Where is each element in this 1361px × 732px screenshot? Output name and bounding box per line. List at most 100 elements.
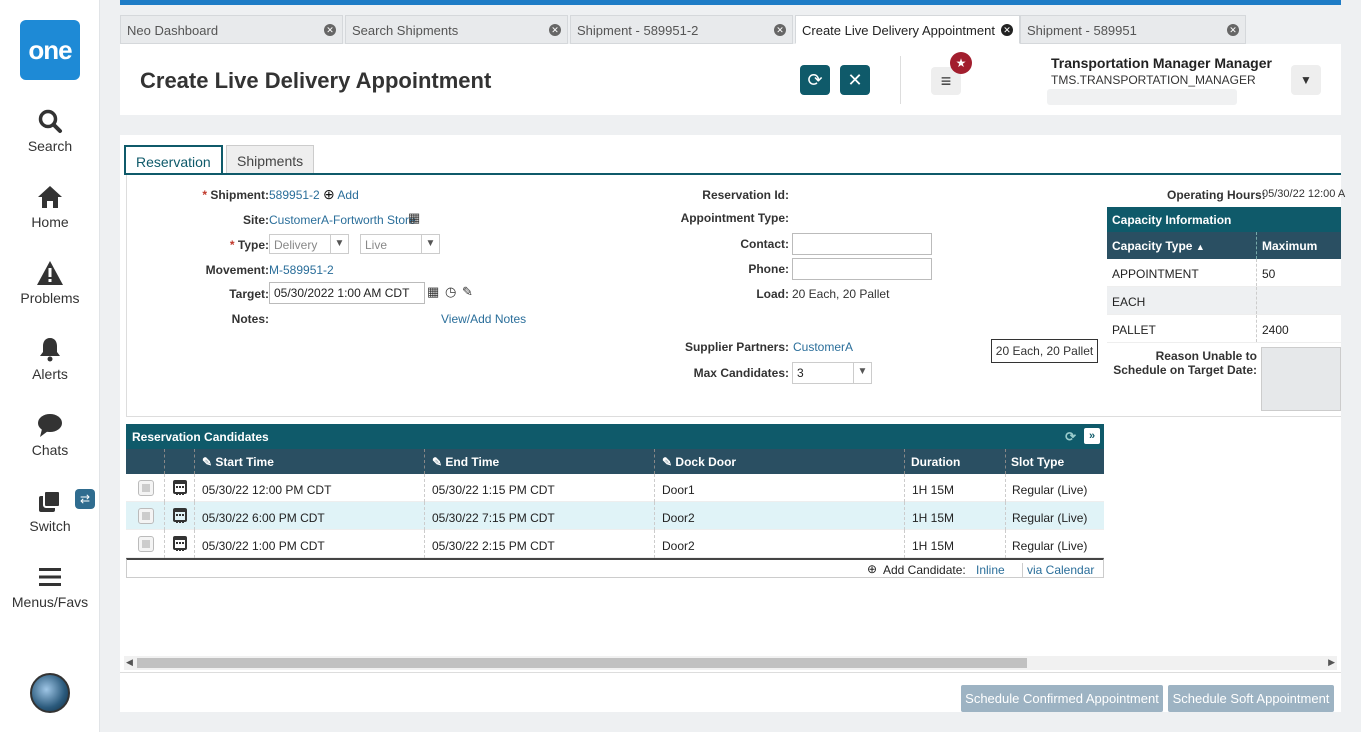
tab-search-shipments[interactable]: Search Shipments ✕ (345, 15, 568, 44)
nav-search[interactable]: Search (0, 108, 100, 154)
nav-home[interactable]: Home (0, 184, 100, 230)
table-row[interactable]: 05/30/22 12:00 PM CDT 05/30/22 1:15 PM C… (126, 474, 1104, 502)
nav-menus-favs[interactable]: Menus/Favs (0, 564, 100, 610)
nav-chats-label: Chats (31, 442, 69, 458)
column-divider (654, 474, 655, 502)
refresh-icon[interactable]: ⟳ (1065, 429, 1076, 445)
table-row[interactable]: 05/30/22 1:00 PM CDT 05/30/22 2:15 PM CD… (126, 530, 1104, 558)
nav-menus-label: Menus/Favs (11, 594, 89, 610)
dock-door-header[interactable]: ✎ Dock Door (662, 455, 736, 469)
maximum-header[interactable]: Maximum (1262, 239, 1317, 253)
horizontal-scrollbar[interactable]: ◀ ▶ (124, 656, 1337, 670)
scroll-left-icon[interactable]: ◀ (126, 657, 133, 668)
column-divider (654, 530, 655, 558)
table-row[interactable]: 05/30/22 6:00 PM CDT 05/30/22 7:15 PM CD… (126, 502, 1104, 530)
clear-brush-icon[interactable]: ✎ (462, 284, 473, 300)
user-menu-dropdown[interactable]: ▼ (1291, 65, 1321, 95)
refresh-button[interactable]: ⟳ (800, 65, 830, 95)
tab-neo-dashboard[interactable]: Neo Dashboard ✕ (120, 15, 343, 44)
column-divider (1256, 287, 1257, 314)
scroll-right-icon[interactable]: ▶ (1328, 657, 1335, 668)
close-icon[interactable]: ✕ (774, 24, 786, 36)
calendar-icon[interactable]: ▦ (427, 284, 439, 300)
row-checkbox[interactable] (138, 480, 154, 496)
reason-textarea[interactable] (1261, 347, 1341, 411)
phone-input[interactable] (792, 258, 932, 280)
close-icon[interactable]: ✕ (324, 24, 336, 36)
column-divider (1005, 449, 1006, 474)
row-checkbox[interactable] (138, 536, 154, 552)
slot-type-header[interactable]: Slot Type (1011, 455, 1064, 469)
nav-switch-label: Switch (29, 518, 71, 534)
type-select-1[interactable]: Delivery ▼ (269, 234, 349, 254)
expand-icon[interactable]: » (1084, 428, 1100, 444)
plus-circle-icon: ⊕ (323, 186, 335, 202)
duration-cell: 1H 15M (912, 539, 955, 553)
max-candidates-select[interactable]: 3 ▼ (792, 362, 872, 384)
type-select-1-value: Delivery (274, 238, 318, 252)
close-icon[interactable]: ✕ (549, 24, 561, 36)
supplier-link[interactable]: CustomerA (793, 340, 853, 354)
row-checkbox[interactable] (138, 508, 154, 524)
tab-label: Neo Dashboard (127, 23, 219, 38)
avatar[interactable] (30, 673, 70, 713)
column-divider (654, 502, 655, 530)
movement-link[interactable]: M-589951-2 (269, 263, 334, 277)
shipment-link[interactable]: 589951-2 (269, 188, 320, 202)
dock-door-cell: Door1 (662, 483, 695, 497)
add-inline-link[interactable]: Inline (976, 563, 1005, 577)
capacity-type-header[interactable]: Capacity Type ▲ (1112, 239, 1205, 253)
candidates-title-bar: Reservation Candidates ⟳ » (126, 424, 1104, 449)
calendar-icon[interactable] (173, 536, 187, 551)
main-panel: Reservation Shipments * Shipment: 589951… (120, 135, 1345, 712)
schedule-confirmed-appointment-button[interactable]: Schedule Confirmed Appointment (961, 685, 1163, 712)
end-time-cell: 05/30/22 2:15 PM CDT (432, 539, 555, 553)
type-select-2[interactable]: Live ▼ (360, 234, 440, 254)
start-time-header[interactable]: ✎ Start Time (202, 455, 274, 469)
site-calendar-icon[interactable]: ▦ (408, 210, 420, 226)
subtab-shipments[interactable]: Shipments (226, 145, 315, 174)
type-select-2-value: Live (365, 238, 388, 252)
reservation-id-label: Reservation Id: (702, 188, 789, 202)
close-icon[interactable]: ✕ (1001, 24, 1013, 36)
calendar-icon[interactable] (173, 508, 187, 523)
slot-type-cell: Regular (Live) (1012, 539, 1088, 553)
nav-chats[interactable]: Chats (0, 412, 100, 458)
add-via-calendar-link[interactable]: via Calendar (1022, 563, 1094, 577)
calendar-icon[interactable] (173, 480, 187, 495)
end-time-cell: 05/30/22 1:15 PM CDT (432, 483, 555, 497)
target-datetime-input[interactable]: 05/30/2022 1:00 AM CDT (269, 282, 425, 304)
switch-badge-icon[interactable]: ⇄ (75, 489, 95, 509)
scrollbar-thumb[interactable] (137, 658, 1027, 668)
close-button[interactable]: ✕ (840, 65, 870, 95)
duration-header[interactable]: Duration (911, 455, 960, 469)
site-link[interactable]: CustomerA-Fortworth Store (269, 213, 416, 227)
tab-shipment-589951-2[interactable]: Shipment - 589951-2 ✕ (570, 15, 793, 44)
nav-problems-label: Problems (20, 290, 80, 306)
column-divider (1005, 474, 1006, 502)
tab-create-live-delivery-appointment[interactable]: Create Live Delivery Appointment ✕ (795, 15, 1020, 44)
app-logo[interactable]: one (20, 20, 80, 80)
column-divider (164, 502, 165, 530)
close-icon[interactable]: ✕ (1227, 24, 1239, 36)
contact-input[interactable] (792, 233, 932, 255)
add-shipment-button[interactable]: ⊕ Add (323, 186, 359, 203)
type-label: * Type: (229, 238, 269, 252)
column-divider (194, 474, 195, 502)
capacity-max-cell: 50 (1262, 267, 1276, 281)
capacity-row: APPOINTMENT 50 (1107, 259, 1341, 287)
chevron-down-icon: ▼ (421, 235, 439, 253)
subtab-reservation[interactable]: Reservation (124, 145, 223, 175)
favorite-star-icon[interactable]: ★ (950, 52, 972, 74)
nav-alerts[interactable]: Alerts (0, 336, 100, 382)
nav-problems[interactable]: Problems (0, 260, 100, 306)
schedule-soft-appointment-button[interactable]: Schedule Soft Appointment (1168, 685, 1334, 712)
tab-shipment-589951[interactable]: Shipment - 589951 ✕ (1020, 15, 1246, 44)
view-add-notes-link[interactable]: View/Add Notes (441, 312, 526, 326)
max-candidates-value: 3 (797, 366, 804, 380)
clock-icon[interactable]: ◷ (445, 284, 456, 300)
load-label: Load: (756, 287, 789, 301)
column-divider (164, 474, 165, 502)
end-time-header[interactable]: ✎ End Time (432, 455, 499, 469)
column-divider (1005, 530, 1006, 558)
